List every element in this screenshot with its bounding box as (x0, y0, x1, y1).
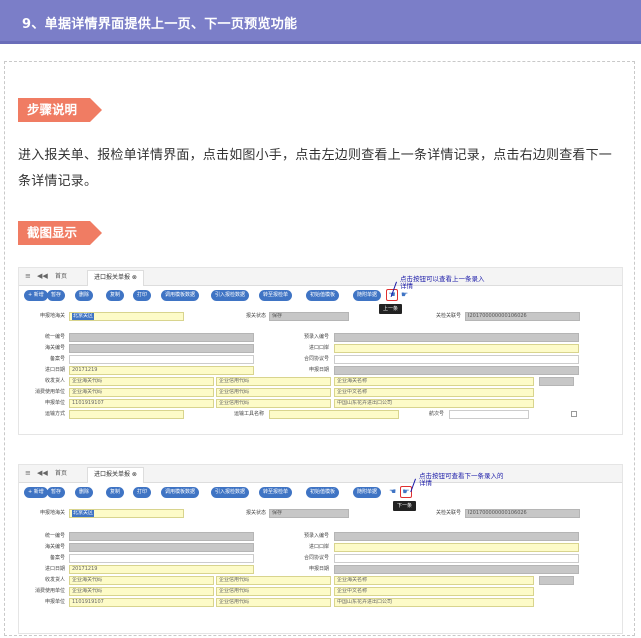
form-row: 运输方式 运输工具名称 航次号 (19, 409, 622, 420)
call-template-button: 调用模板数据 (161, 290, 200, 301)
menu-icon: ≡ (25, 469, 31, 477)
import-inspection-button: 引入报检数据 (211, 487, 250, 498)
form-row: 申报单位 1101919107 企业信用代码 中国山东花卉进出口公司 (19, 597, 622, 608)
to-inspection-button: 转至报检单 (259, 487, 293, 498)
delete-button: 删除 (75, 487, 94, 498)
article-page: 9、单据详情界面提供上一页、下一页预览功能 步骤说明 进入报关单、报检单详情界面… (0, 0, 641, 638)
back-icon: ◀◀ (37, 469, 48, 477)
back-icon: ◀◀ (37, 272, 48, 280)
form-row: 统一编号 预录入编号 (19, 332, 622, 343)
form-row: 收发货人 企业海关代码 企业信用代码 企业海关名称 (19, 575, 622, 586)
screenshot-previous-record: ≡ ◀◀ 首页 进口报关单报 ⊗ + 新增 暂存 删除 复制 打印 调用模板数据… (18, 267, 623, 435)
print-button: 打印 (133, 290, 152, 301)
form-row: 消费使用单位 企业海关代码 企业信用代码 企业中文名称 (19, 387, 622, 398)
form-row: 备案号 合同协议号 (19, 553, 622, 564)
add-button: + 新增 (24, 290, 48, 301)
init-template-button: 初始值模板 (306, 487, 340, 498)
to-inspection-button: 转至报检单 (259, 290, 293, 301)
tab-home: 首页 (55, 470, 68, 477)
form-row-header: 申报地海关 北京关区 报关状态 保存 关检关联号 I20170000000010… (19, 311, 622, 322)
declaration-form: 申报地海关 北京关区 报关状态 保存 关检关联号 I20170000000010… (19, 505, 622, 633)
init-template-button: 初始值模板 (306, 290, 340, 301)
form-row: 进口日期 20171219 申报日期 (19, 564, 622, 575)
screenshots-tag: 截图显示 (18, 221, 102, 245)
tab-bar: ≡ ◀◀ 首页 进口报关单报 ⊗ (19, 465, 622, 483)
attached-docs-button: 随附单据 (353, 290, 382, 301)
form-row: 收发货人 企业海关代码 企业信用代码 企业海关名称 (19, 376, 622, 387)
tab-bar: ≡ ◀◀ 首页 进口报关单报 ⊗ (19, 268, 622, 286)
declaration-form: 申报地海关 北京关区 报关状态 保存 关检关联号 I20170000000010… (19, 308, 622, 434)
toolbar: + 新增 暂存 删除 复制 打印 调用模板数据 引入报检数据 转至报检单 初始值… (19, 288, 622, 314)
annotation: 点击按钮可以查看上一条录入 详情 (400, 275, 485, 290)
add-button: + 新增 (24, 487, 48, 498)
section-header-bar: 9、单据详情界面提供上一页、下一页预览功能 (0, 0, 641, 44)
menu-icon: ≡ (25, 272, 31, 280)
steps-tag: 步骤说明 (18, 98, 102, 122)
delete-button: 删除 (75, 290, 94, 301)
section-title: 9、单据详情界面提供上一页、下一页预览功能 (22, 17, 298, 32)
form-row: 消费使用单位 企业海关代码 企业信用代码 企业中文名称 (19, 586, 622, 597)
form-row: 申报单位 1101919107 企业信用代码 中国山东花卉进出口公司 (19, 398, 622, 409)
form-row-header: 申报地海关 北京关区 报关状态 保存 关检关联号 I20170000000010… (19, 508, 622, 519)
form-row: 海关编号 进口口岸 (19, 542, 622, 553)
hand-next-icon: ☛ (401, 290, 409, 299)
import-inspection-button: 引入报检数据 (211, 290, 250, 301)
form-row: 进口日期 20171219 申报日期 (19, 365, 622, 376)
copy-button: 复制 (106, 290, 125, 301)
tab-home: 首页 (55, 273, 68, 280)
save-draft-button: 暂存 (47, 487, 66, 498)
save-draft-button: 暂存 (47, 290, 66, 301)
hand-previous-icon: ☚ (389, 487, 397, 496)
copy-button: 复制 (106, 487, 125, 498)
annotation: 点击按钮可查看下一条录入的 详情 (419, 472, 504, 487)
print-button: 打印 (133, 487, 152, 498)
tab-import-declaration: 进口报关单报 ⊗ (87, 270, 144, 286)
call-template-button: 调用模板数据 (161, 487, 200, 498)
steps-description: 进入报关单、报检单详情界面，点击如图小手，点击左边则查看上一条详情记录，点击右边… (18, 148, 613, 189)
form-row: 备案号 合同协议号 (19, 354, 622, 365)
toolbar: + 新增 暂存 删除 复制 打印 调用模板数据 引入报检数据 转至报检单 初始值… (19, 485, 622, 511)
tab-import-declaration: 进口报关单报 ⊗ (87, 467, 144, 483)
attached-docs-button: 随附单据 (353, 487, 382, 498)
form-row: 海关编号 进口口岸 (19, 343, 622, 354)
screenshot-next-record: ≡ ◀◀ 首页 进口报关单报 ⊗ + 新增 暂存 删除 复制 打印 调用模板数据… (18, 464, 623, 634)
form-row: 统一编号 预录入编号 (19, 531, 622, 542)
